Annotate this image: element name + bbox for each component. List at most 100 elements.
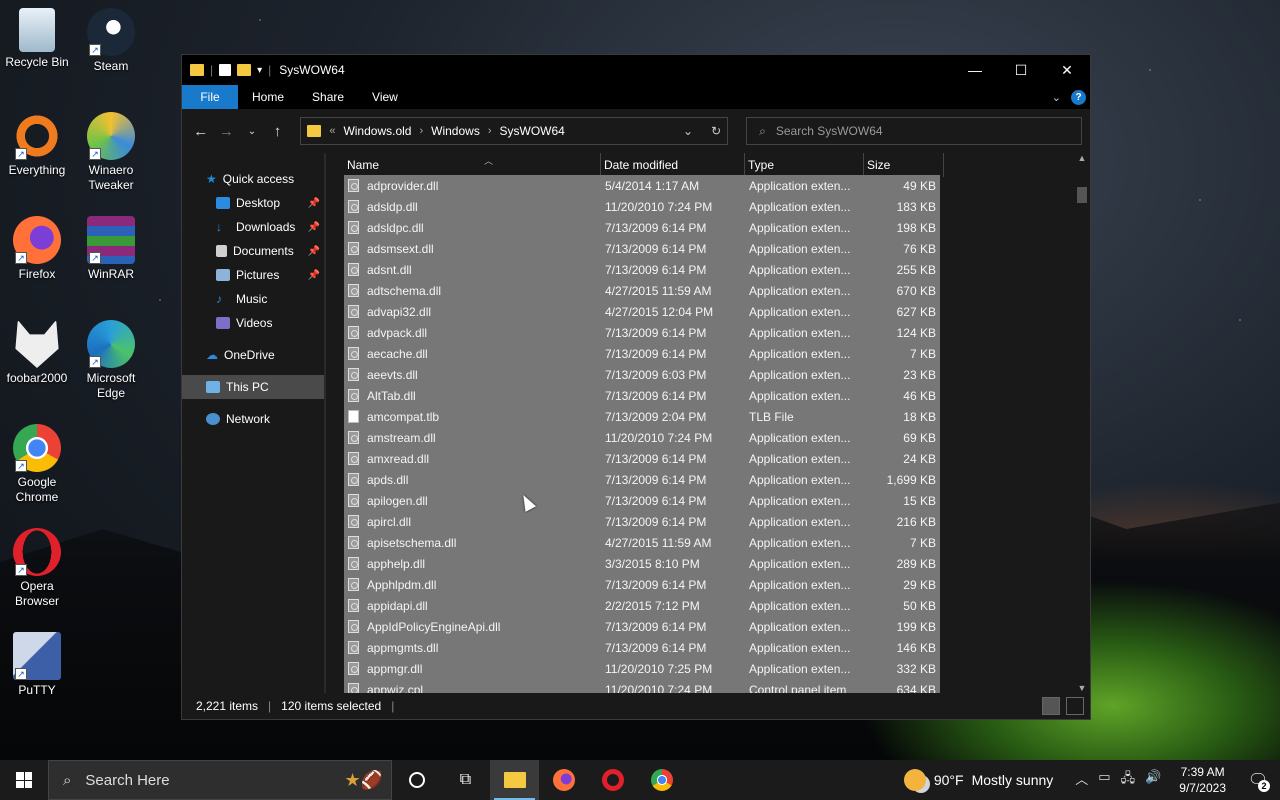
nav-downloads[interactable]: ↓ Downloads 📌 xyxy=(182,215,324,239)
table-row[interactable]: apphelp.dll 3/3/2015 8:10 PM Application e… xyxy=(344,553,940,574)
nav-videos[interactable]: Videos xyxy=(182,311,324,335)
table-row[interactable]: AppIdPolicyEngineApi.dll 7/13/2009 6:14 P… xyxy=(344,616,940,637)
table-row[interactable]: amcompat.tlb 7/13/2009 2:04 PM TLB File 18 … xyxy=(344,406,940,427)
nav-quick-access[interactable]: ★ Quick access xyxy=(182,167,324,191)
expand-ribbon-icon[interactable]: ⌄ xyxy=(1052,91,1061,104)
desktop-icon-opera[interactable]: ↗ Opera Browser xyxy=(0,528,74,609)
breadcrumb-overflow[interactable]: « xyxy=(329,125,335,137)
table-row[interactable]: appmgr.dll 11/20/2010 7:25 PM Application … xyxy=(344,658,940,679)
desktop-icon-recycle-bin[interactable]: Recycle Bin xyxy=(0,8,74,70)
cortana-button[interactable] xyxy=(392,760,441,800)
desktop-icon-everything[interactable]: ↗ Everything xyxy=(0,112,74,178)
customize-toolbar-icon[interactable]: ▾ xyxy=(257,65,262,76)
volume-icon[interactable]: 🔊 xyxy=(1145,769,1161,791)
nav-onedrive[interactable]: ☁ OneDrive xyxy=(182,343,324,367)
refresh-icon[interactable]: ↻ xyxy=(711,124,721,138)
nav-documents[interactable]: Documents 📌 xyxy=(182,239,324,263)
device-icon[interactable]: ▭ xyxy=(1098,769,1110,791)
tab-share[interactable]: Share xyxy=(298,85,358,109)
new-folder-icon[interactable] xyxy=(237,64,252,76)
up-arrow-icon[interactable]: ↑ xyxy=(267,123,289,140)
tab-file[interactable]: File xyxy=(182,85,238,109)
breadcrumb-windows-old[interactable]: Windows.old xyxy=(343,124,411,138)
table-row[interactable]: adsldpc.dll 7/13/2009 6:14 PM Application … xyxy=(344,217,940,238)
table-row[interactable]: adsmsext.dll 7/13/2009 6:14 PM Application… xyxy=(344,238,940,259)
help-icon[interactable]: ? xyxy=(1071,89,1086,105)
desktop-icon-firefox[interactable]: ↗ Firefox xyxy=(0,216,74,282)
table-row[interactable]: apisetschema.dll 4/27/2015 11:59 AM Applic… xyxy=(344,532,940,553)
table-row[interactable]: advpack.dll 7/13/2009 6:14 PM Application … xyxy=(344,322,940,343)
breadcrumb-windows[interactable]: Windows xyxy=(431,124,480,138)
clock[interactable]: 7:39 AM 9/7/2023 xyxy=(1169,764,1236,796)
table-row[interactable]: apircl.dll 7/13/2009 6:14 PM Application e… xyxy=(344,511,940,532)
column-header-type[interactable]: Type xyxy=(745,153,864,177)
desktop-icon-google-chrome[interactable]: ↗ Google Chrome xyxy=(0,424,74,505)
table-row[interactable]: adtschema.dll 4/27/2015 11:59 AM Applicati… xyxy=(344,280,940,301)
close-button[interactable]: ✕ xyxy=(1044,55,1090,85)
table-row[interactable]: aecache.dll 7/13/2009 6:14 PM Application … xyxy=(344,343,940,364)
chevron-right-icon[interactable]: › xyxy=(419,125,423,137)
tab-view[interactable]: View xyxy=(358,85,412,109)
recent-locations-icon[interactable]: ⌄ xyxy=(241,126,263,137)
search-box[interactable]: ⌕ Search SysWOW64 xyxy=(746,117,1083,145)
desktop-icon-putty[interactable]: ↗ PuTTY xyxy=(0,632,74,698)
table-row[interactable]: advapi32.dll 4/27/2015 12:04 PM Applicatio… xyxy=(344,301,940,322)
table-row[interactable]: apilogen.dll 7/13/2009 6:14 PM Application… xyxy=(344,490,940,511)
taskbar-firefox[interactable] xyxy=(539,760,588,800)
table-row[interactable]: appmgmts.dll 7/13/2009 6:14 PM Application… xyxy=(344,637,940,658)
nav-this-pc[interactable]: This PC xyxy=(182,375,324,399)
address-dropdown-icon[interactable]: ⌄ xyxy=(683,124,693,138)
desktop-icon-microsoft-edge[interactable]: ↗ Microsoft Edge xyxy=(74,320,148,401)
network-icon[interactable]: 🖧 xyxy=(1121,769,1136,791)
scroll-up-icon[interactable]: ▲ xyxy=(1074,153,1090,163)
table-row[interactable]: adsldp.dll 11/20/2010 7:24 PM Application … xyxy=(344,196,940,217)
table-row[interactable]: adprovider.dll 5/4/2014 1:17 AM Applicatio… xyxy=(344,175,940,196)
start-button[interactable] xyxy=(0,760,48,800)
table-row[interactable]: adsnt.dll 7/13/2009 6:14 PM Application ex… xyxy=(344,259,940,280)
desktop-icon-winrar[interactable]: ↗ WinRAR xyxy=(74,216,148,282)
taskbar-opera[interactable] xyxy=(588,760,637,800)
nav-pictures[interactable]: Pictures 📌 xyxy=(182,263,324,287)
column-header-size[interactable]: Size xyxy=(864,153,944,177)
show-hidden-icons-icon[interactable]: ︿ xyxy=(1075,769,1088,791)
tab-home[interactable]: Home xyxy=(238,85,298,109)
table-row[interactable]: amxread.dll 7/13/2009 6:14 PM Application … xyxy=(344,448,940,469)
table-row[interactable]: aeevts.dll 7/13/2009 6:03 PM Application e… xyxy=(344,364,940,385)
chevron-right-icon[interactable]: › xyxy=(488,125,492,137)
vertical-scrollbar[interactable]: ▲ ▼ xyxy=(1074,153,1090,693)
forward-arrow-icon[interactable]: → xyxy=(216,123,238,140)
desktop-icon-winaero-tweaker[interactable]: ↗ Winaero Tweaker xyxy=(74,112,148,193)
table-row[interactable]: appidapi.dll 2/2/2015 7:12 PM Application … xyxy=(344,595,940,616)
back-arrow-icon[interactable]: ← xyxy=(190,123,212,140)
desktop-icon-steam[interactable]: ↗ Steam xyxy=(74,8,148,74)
breadcrumb-syswow64[interactable]: SysWOW64 xyxy=(500,124,565,138)
notification-center-button[interactable]: 🗨 2 xyxy=(1236,760,1280,800)
details-view-icon[interactable] xyxy=(1042,697,1060,715)
file-name: adprovider.dll xyxy=(367,178,439,193)
taskbar-chrome[interactable] xyxy=(637,760,686,800)
file-name: apds.dll xyxy=(367,472,409,487)
nav-desktop[interactable]: Desktop 📌 xyxy=(182,191,324,215)
taskbar-search[interactable]: ⌕ Search Here ★🏈 xyxy=(48,760,392,800)
nav-network[interactable]: Network xyxy=(182,407,324,431)
table-row[interactable]: Apphlpdm.dll 7/13/2009 6:14 PM Application… xyxy=(344,574,940,595)
minimize-button[interactable]: — xyxy=(952,55,998,85)
desktop-icon-foobar2000[interactable]: foobar2000 xyxy=(0,320,74,386)
nav-music[interactable]: ♪ Music xyxy=(182,287,324,311)
properties-icon[interactable] xyxy=(219,64,232,76)
column-header-date-modified[interactable]: Date modified xyxy=(601,153,745,177)
file-name: Apphlpdm.dll xyxy=(367,577,437,592)
maximize-button[interactable]: ☐ xyxy=(998,55,1044,85)
scroll-down-icon[interactable]: ▼ xyxy=(1074,683,1090,693)
large-icons-view-icon[interactable] xyxy=(1066,697,1084,715)
table-row[interactable]: appwiz.cpl 11/20/2010 7:24 PM Control pane… xyxy=(344,679,940,693)
column-header-name[interactable]: ︿ Name xyxy=(344,153,601,177)
task-view-button[interactable]: ⧉ xyxy=(441,760,490,800)
table-row[interactable]: apds.dll 7/13/2009 6:14 PM Application ext… xyxy=(344,469,940,490)
address-bar[interactable]: « Windows.old › Windows › SysWOW64 ⌄ ↻ xyxy=(300,117,729,145)
table-row[interactable]: AltTab.dll 7/13/2009 6:14 PM Application e… xyxy=(344,385,940,406)
table-row[interactable]: amstream.dll 11/20/2010 7:24 PM Applicatio… xyxy=(344,427,940,448)
weather-widget[interactable]: 90°F Mostly sunny xyxy=(903,769,1067,791)
scrollbar-thumb[interactable] xyxy=(1077,187,1087,203)
taskbar-file-explorer[interactable] xyxy=(490,760,539,800)
